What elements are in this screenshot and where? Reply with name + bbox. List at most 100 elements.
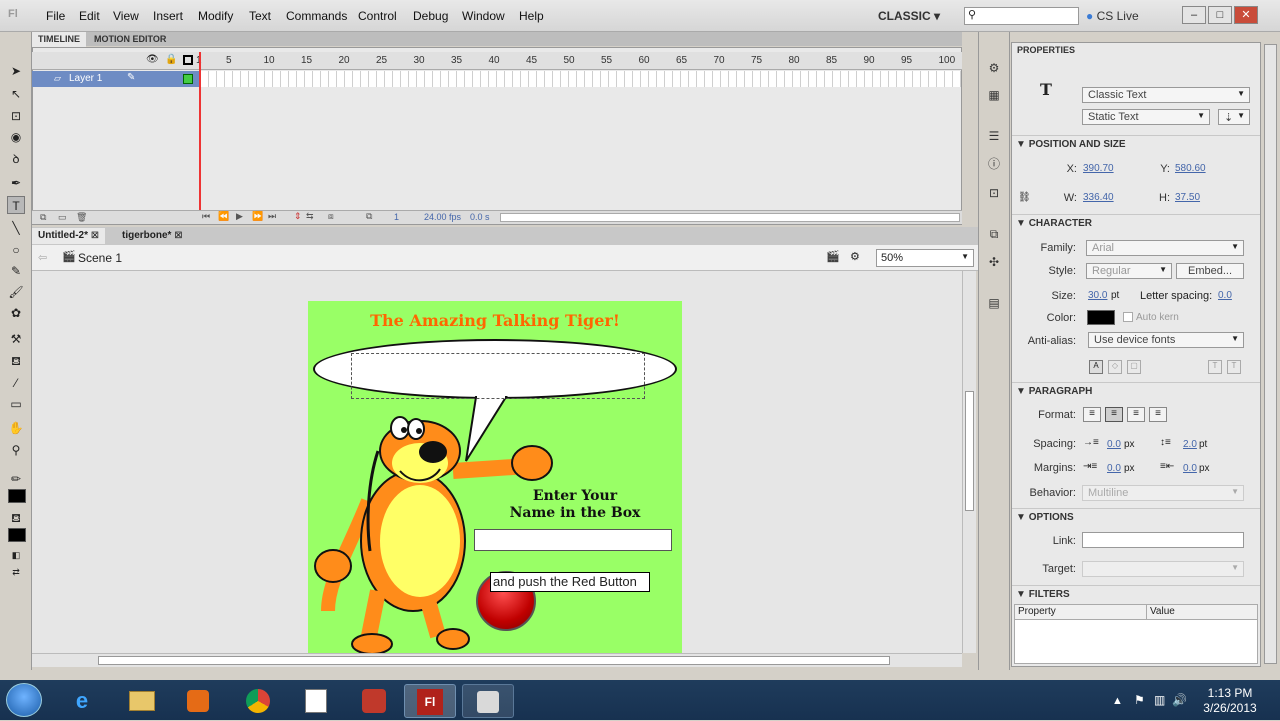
auto-kern-checkbox[interactable] bbox=[1123, 312, 1133, 322]
superscript-icon[interactable]: T bbox=[1208, 360, 1222, 374]
menu-view[interactable]: View bbox=[113, 9, 139, 23]
lock-icon[interactable]: 🔒 bbox=[165, 54, 177, 65]
show-border-icon[interactable]: ▢ bbox=[1127, 360, 1141, 374]
indent-value[interactable]: 0.0 bbox=[1107, 439, 1121, 450]
font-size-value[interactable]: 30.0 bbox=[1088, 290, 1107, 301]
menu-control[interactable]: Control bbox=[358, 9, 397, 23]
section-character[interactable]: ▼ CHARACTER bbox=[1016, 218, 1092, 229]
scene-label[interactable]: Scene 1 bbox=[78, 251, 122, 265]
network-icon[interactable]: ▥ bbox=[1154, 693, 1165, 707]
tab-tigerbone[interactable]: tigerbone* ⊠ bbox=[116, 228, 189, 244]
justify-icon[interactable]: ≡ bbox=[1149, 407, 1167, 422]
search-input[interactable]: ⚲ bbox=[964, 7, 1079, 25]
onion-skin-icon[interactable]: ⧈ bbox=[328, 211, 334, 222]
line-spacing-value[interactable]: 2.0 bbox=[1183, 439, 1197, 450]
loop-icon[interactable]: ⇆ bbox=[306, 211, 314, 222]
bone-tool-icon[interactable]: ⚒ bbox=[7, 330, 25, 348]
line-tool-icon[interactable]: ╲ bbox=[7, 219, 25, 237]
zoom-tool-icon[interactable]: ⚲ bbox=[7, 441, 25, 459]
subselection-tool-icon[interactable]: ↖ bbox=[7, 85, 25, 103]
embed-button[interactable]: Embed... bbox=[1176, 263, 1244, 279]
fill-color-swatch[interactable] bbox=[8, 528, 26, 542]
tab-motion-editor[interactable]: MOTION EDITOR bbox=[88, 32, 172, 47]
cs-live-button[interactable]: ● CS Live bbox=[1086, 9, 1139, 23]
stage-vertical-scrollbar[interactable] bbox=[962, 271, 976, 653]
eyedropper-tool-icon[interactable]: ⁄ bbox=[7, 374, 25, 392]
delete-layer-icon[interactable]: 🗑 bbox=[76, 212, 87, 223]
menu-help[interactable]: Help bbox=[519, 9, 544, 23]
fill-color-icon[interactable]: ⛾ bbox=[7, 509, 25, 527]
link-input[interactable] bbox=[1082, 532, 1244, 548]
close-button[interactable]: ✕ bbox=[1234, 6, 1258, 24]
close-tab-icon[interactable]: ⊠ bbox=[174, 230, 182, 241]
render-html-icon[interactable]: ◇ bbox=[1108, 360, 1122, 374]
color-swatches-icon[interactable]: ▦ bbox=[985, 86, 1003, 104]
dynamic-text-box[interactable] bbox=[351, 353, 645, 399]
taskbar-clock[interactable]: 1:13 PM 3/26/2013 bbox=[1190, 686, 1270, 716]
maximize-button[interactable]: □ bbox=[1208, 6, 1232, 24]
playhead[interactable] bbox=[199, 52, 201, 212]
menu-modify[interactable]: Modify bbox=[198, 9, 233, 23]
deco-tool-icon[interactable]: ✿ bbox=[7, 304, 25, 322]
paint-bucket-tool-icon[interactable]: ⛾ bbox=[7, 352, 25, 370]
new-layer-icon[interactable]: ⧉ bbox=[40, 212, 46, 223]
align-icon[interactable]: ☰ bbox=[985, 127, 1003, 145]
eye-icon[interactable]: 👁 bbox=[146, 54, 159, 65]
show-hidden-icons[interactable]: ▲ bbox=[1112, 695, 1123, 707]
components-icon[interactable]: ⧉ bbox=[985, 225, 1003, 243]
menu-edit[interactable]: Edit bbox=[79, 9, 100, 23]
tab-untitled-2[interactable]: Untitled-2* ⊠ bbox=[32, 228, 106, 244]
layer-row[interactable]: ▱ Layer 1 ✎ bbox=[32, 71, 200, 87]
align-right-icon[interactable]: ≡ bbox=[1127, 407, 1145, 422]
text-engine-select[interactable]: Classic Text ▼ bbox=[1082, 87, 1250, 103]
3d-rotation-tool-icon[interactable]: ◉ bbox=[7, 128, 25, 146]
flash-taskbar-icon[interactable]: Fl bbox=[404, 684, 456, 718]
zoom-select[interactable]: 50% ▼ bbox=[876, 249, 974, 267]
selectable-icon[interactable]: A bbox=[1089, 360, 1103, 374]
minimize-button[interactable]: – bbox=[1182, 6, 1206, 24]
pen-tool-icon[interactable]: ✒ bbox=[7, 174, 25, 192]
close-tab-icon[interactable]: ⊠ bbox=[91, 230, 99, 241]
center-frame-icon[interactable]: ⇕ bbox=[294, 211, 302, 222]
menu-debug[interactable]: Debug bbox=[413, 9, 448, 23]
step-back-icon[interactable]: ⏪ bbox=[218, 211, 229, 222]
stroke-color-icon[interactable]: ✏ bbox=[7, 470, 25, 488]
frame-strip[interactable] bbox=[201, 71, 961, 87]
paint-app-icon[interactable] bbox=[462, 684, 514, 718]
chrome-icon[interactable] bbox=[232, 684, 284, 718]
info-icon[interactable]: ⓘ bbox=[985, 155, 1003, 173]
link-proportions-icon[interactable]: ⛓ bbox=[1018, 192, 1031, 203]
subscript-icon[interactable]: T bbox=[1227, 360, 1241, 374]
section-filters[interactable]: ▼ FILTERS bbox=[1016, 589, 1070, 600]
behaviors-icon[interactable]: ✣ bbox=[985, 253, 1003, 271]
lasso-tool-icon[interactable]: ꝺ bbox=[7, 150, 25, 168]
y-value[interactable]: 580.60 bbox=[1175, 163, 1206, 174]
back-arrow-icon[interactable]: ⇦ bbox=[38, 251, 47, 264]
media-player-icon[interactable] bbox=[172, 684, 224, 718]
library-icon[interactable]: ▤ bbox=[985, 294, 1003, 312]
tab-properties[interactable]: PROPERTIES bbox=[1011, 42, 1081, 58]
scroll-thumb[interactable] bbox=[98, 656, 890, 665]
transform-icon[interactable]: ⊡ bbox=[985, 184, 1003, 202]
align-left-icon[interactable]: ≡ bbox=[1083, 407, 1101, 422]
section-paragraph[interactable]: ▼ PARAGRAPH bbox=[1016, 386, 1092, 397]
font-family-select[interactable]: Arial ▼ bbox=[1086, 240, 1244, 256]
text-color-swatch[interactable] bbox=[1087, 310, 1115, 325]
left-margin-value[interactable]: 0.0 bbox=[1107, 463, 1121, 474]
stage[interactable]: The Amazing Talking Tiger! Enter Your Nam… bbox=[308, 301, 682, 653]
section-position-size[interactable]: ▼ POSITION AND SIZE bbox=[1016, 139, 1126, 150]
motion-presets-icon[interactable]: ⚙ bbox=[985, 59, 1003, 77]
photo-viewer-icon[interactable] bbox=[290, 684, 342, 718]
last-frame-icon[interactable]: ⏭ bbox=[268, 211, 276, 222]
text-orientation-select[interactable]: ⇣ ▼ bbox=[1218, 109, 1250, 125]
push-button-text-field[interactable]: and push the Red Button bbox=[490, 572, 650, 592]
menu-insert[interactable]: Insert bbox=[153, 9, 183, 23]
first-frame-icon[interactable]: ⏮ bbox=[202, 211, 210, 222]
workspace-switcher[interactable]: CLASSIC ▾ bbox=[878, 6, 950, 26]
target-select[interactable]: ▼ bbox=[1082, 561, 1244, 577]
brush-tool-icon[interactable]: 🖌 bbox=[7, 283, 25, 301]
frame-rate[interactable]: 24.00 fps bbox=[424, 212, 461, 222]
behavior-select[interactable]: Multiline ▼ bbox=[1082, 485, 1244, 501]
scroll-thumb[interactable] bbox=[965, 391, 974, 511]
free-transform-tool-icon[interactable]: ⊡ bbox=[7, 107, 25, 125]
